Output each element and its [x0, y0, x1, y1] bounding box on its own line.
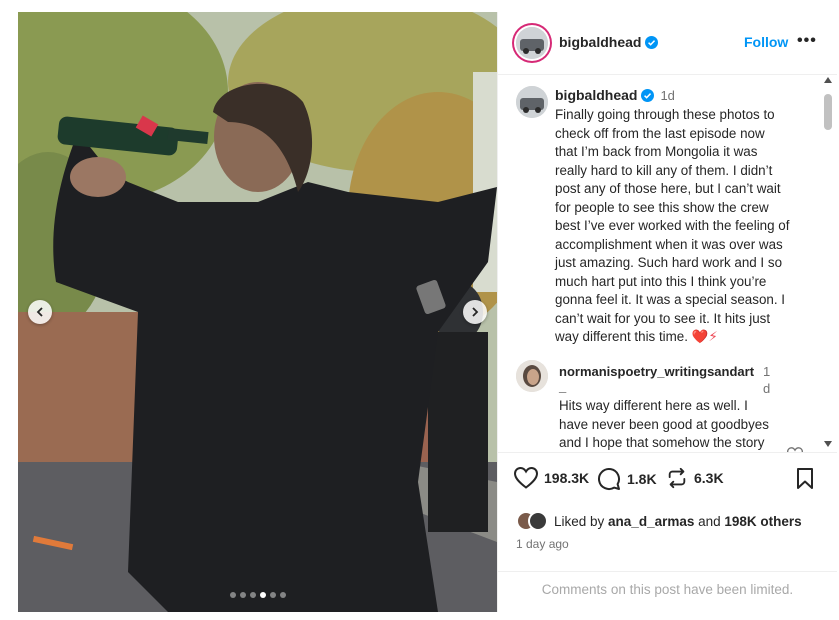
caption: bigbaldhead 1d Finally going through thes… — [555, 87, 815, 347]
repost-icon — [668, 467, 686, 489]
comment-count: 1.8K — [627, 471, 657, 487]
caption-emojis: ❤️⚡ — [691, 329, 718, 344]
next-photo-button[interactable] — [463, 300, 487, 324]
liked-by-and: and — [694, 513, 725, 529]
verified-badge-icon — [641, 89, 655, 102]
verified-badge-icon — [645, 36, 659, 49]
caption-line: gonna feel it. It was a special season. … — [555, 292, 786, 307]
commenter-avatar[interactable] — [516, 360, 548, 392]
caption-line: check off from the last episode now — [555, 125, 765, 141]
like-action[interactable]: 198.3K — [514, 467, 589, 489]
comment-action[interactable]: 1.8K — [597, 467, 657, 491]
post-timestamp[interactable]: 1 day ago — [516, 537, 569, 551]
liked-by: Liked by ana_d_armas and 198K others — [516, 511, 802, 531]
repost-action[interactable]: 6.3K — [666, 467, 724, 489]
post-image — [18, 12, 497, 612]
comment-line: have never been good at goodbyes — [559, 416, 769, 432]
scroll-up-icon[interactable] — [823, 76, 833, 84]
caption-line: Finally going through these photos to — [555, 107, 775, 122]
comment-line: and I hope that somehow the story — [559, 435, 765, 450]
bookmark-icon[interactable] — [796, 468, 814, 490]
heart-icon — [514, 467, 538, 489]
like-count: 198.3K — [544, 470, 590, 486]
comments-list: bigbaldhead 1d Finally going through thes… — [498, 74, 820, 452]
caption-line: that I’m back from Mongolia it was — [555, 144, 758, 159]
avatar-image — [516, 360, 548, 392]
avatar-image — [516, 86, 548, 118]
caption-line: can’t wait for you to see it. It hits ju… — [555, 310, 771, 326]
repost-count: 6.3K — [694, 470, 724, 486]
comment-time-line: d — [763, 381, 771, 396]
caption-line: much hart put into this I think you’re — [555, 273, 767, 289]
comment-text: Hits way different here as well. I have … — [559, 397, 789, 452]
carousel-dot — [229, 592, 236, 598]
post-details-panel: bigbaldhead Follow ••• bigbaldhead 1d Fin… — [497, 12, 837, 612]
scroll-down-icon[interactable] — [823, 440, 833, 448]
comment-time-line: 1 — [763, 364, 771, 379]
comments-limited-notice: Comments on this post have been limited. — [498, 571, 837, 606]
more-options-button[interactable]: ••• — [797, 32, 817, 50]
liked-by-prefix: Liked by — [554, 513, 609, 529]
commenter-username-tail[interactable]: _ — [559, 379, 566, 394]
carousel-dot — [249, 592, 256, 598]
author-avatar[interactable] — [516, 27, 548, 59]
comment-time[interactable]: 1 d — [763, 363, 770, 397]
scroll-thumb[interactable] — [824, 94, 832, 130]
carousel-indicator — [18, 592, 497, 598]
caption-line: really hard to kill any of them. I didn’… — [555, 162, 773, 178]
caption-author-avatar[interactable] — [516, 86, 548, 118]
comments-limited-text: Comments on this post have been limited. — [541, 581, 794, 597]
author-username[interactable]: bigbaldhead — [559, 34, 641, 50]
comment: normanispoetry_writingsandart _ Hits way… — [559, 363, 789, 452]
commenter-username[interactable]: normanispoetry_writingsandart — [559, 364, 754, 379]
chevron-right-icon — [472, 307, 479, 317]
caption-line: for people to see this show the crew — [555, 199, 769, 215]
post-header: bigbaldhead Follow ••• — [498, 12, 837, 75]
post-photo[interactable] — [18, 12, 497, 612]
post-actions: 198.3K 1.8K 6.3K Liked by ana_d_armas an… — [498, 452, 837, 613]
caption-username[interactable]: bigbaldhead — [555, 87, 637, 103]
caption-line: accomplishment when it was over was — [555, 236, 783, 252]
liker-avatars[interactable] — [516, 511, 550, 531]
chevron-left-icon — [36, 307, 43, 317]
comment-bubble-icon — [598, 468, 620, 490]
caption-time[interactable]: 1d — [660, 88, 674, 103]
caption-line: post any of those here, but I can’t wait — [555, 181, 781, 196]
comment-line: Hits way different here as well. I — [559, 398, 748, 413]
caption-line: way different this time. — [555, 329, 688, 344]
previous-photo-button[interactable] — [28, 300, 52, 324]
carousel-dot — [269, 592, 276, 598]
caption-line: best I’ve ever worked with the feeling o… — [555, 218, 790, 233]
carousel-dot-active — [259, 592, 266, 598]
follow-button[interactable]: Follow — [744, 34, 788, 50]
liked-by-user-link[interactable]: ana_d_armas — [608, 514, 694, 529]
carousel-dot — [239, 592, 246, 598]
caption-text: Finally going through these photos to ch… — [555, 106, 815, 347]
comments-scrollbar[interactable] — [820, 74, 837, 452]
caption-line: just amazing. Such hard work and I so — [555, 255, 783, 270]
avatar-image — [516, 27, 548, 59]
liked-by-others-link[interactable]: 198K others — [724, 514, 801, 529]
carousel-dot — [279, 592, 286, 598]
